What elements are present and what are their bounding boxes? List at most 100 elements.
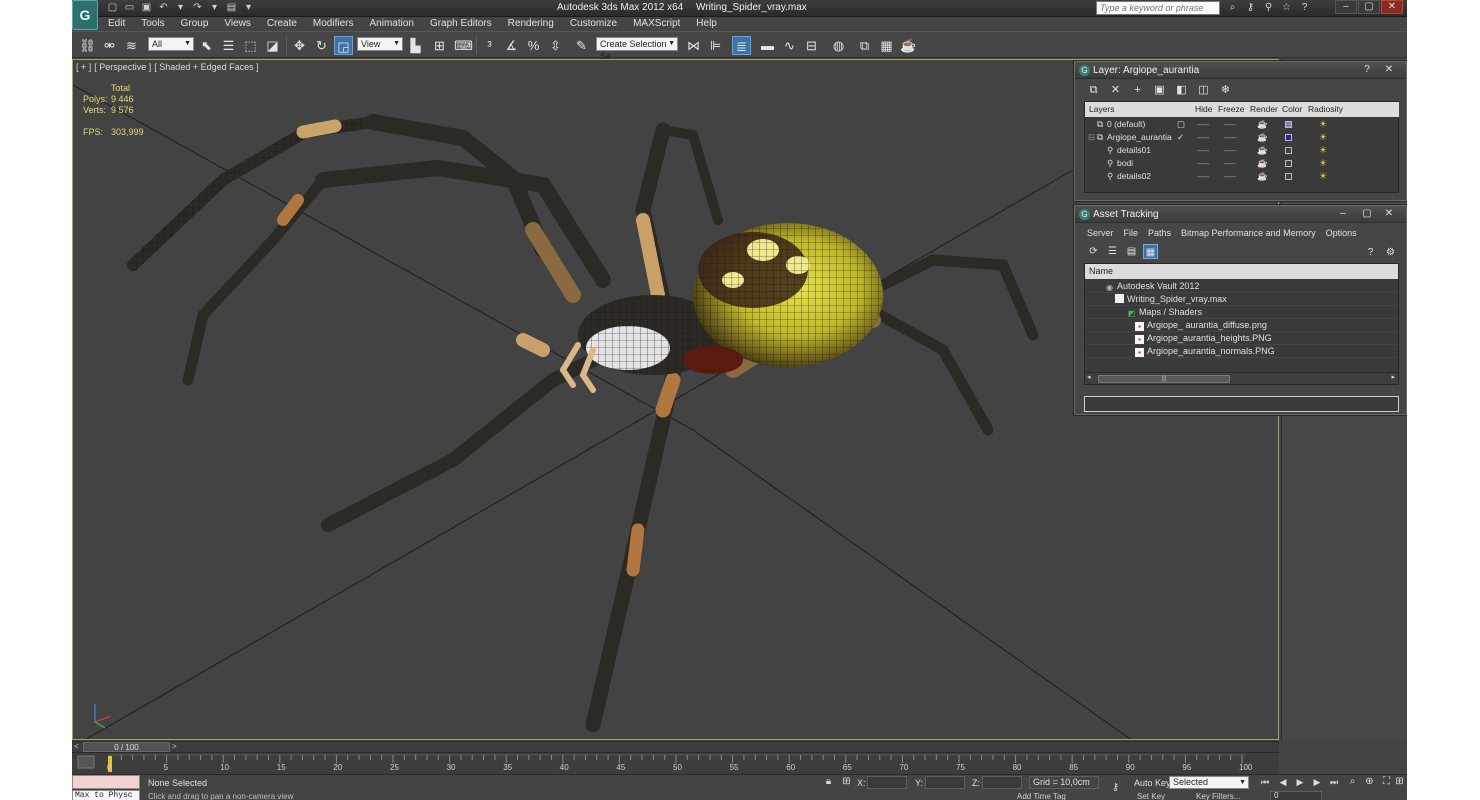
hide-toggle[interactable]: ––– <box>1197 118 1209 131</box>
teapot-icon[interactable]: ☕ <box>1257 144 1268 157</box>
asset-menu-options[interactable]: Options <box>1322 227 1363 239</box>
menu-create[interactable]: Create <box>259 17 305 31</box>
maxscript-listener-output[interactable] <box>72 775 140 789</box>
previous-frame-icon[interactable]: ◀ <box>1275 776 1291 788</box>
key-icon[interactable]: ⚷ <box>1109 782 1122 794</box>
x-coordinate-field[interactable] <box>867 776 907 789</box>
layer-row[interactable]: ⧉ 0 (default) ▢ ––– ––– ☕ ☀ <box>1085 118 1343 131</box>
help-icon[interactable]: ? <box>1363 245 1378 260</box>
asset-dialog-titlebar[interactable]: G Asset Tracking – ▢ ✕ <box>1075 206 1406 223</box>
reference-coordinate-dropdown[interactable]: View ▼ <box>357 37 403 51</box>
hide-toggle[interactable]: ––– <box>1197 157 1209 170</box>
menu-tools[interactable]: Tools <box>133 17 172 31</box>
quick-access-dropdown-icon[interactable]: ▾ <box>242 2 255 14</box>
zoom-icon[interactable]: ⌕ <box>1345 776 1360 788</box>
thumbnail-view-icon[interactable]: ▤ <box>1124 244 1139 259</box>
create-layer-icon[interactable]: ⧉ <box>1085 83 1102 98</box>
asset-tree-item[interactable]: ▪ Argiope_ aurantia_diffuse.png <box>1085 319 1398 332</box>
mirror-icon[interactable]: ⋈ <box>684 36 703 55</box>
hide-toggle[interactable]: ––– <box>1197 170 1209 183</box>
close-icon[interactable]: ✕ <box>1380 64 1398 76</box>
asset-tree-item[interactable]: ▪ Argiope_aurantia_normals.PNG <box>1085 345 1398 358</box>
menu-group[interactable]: Group <box>173 17 217 31</box>
graphite-ribbon-icon[interactable]: ▬ <box>758 36 777 55</box>
undo-icon[interactable]: ↶ <box>157 2 170 14</box>
previous-frame-icon[interactable]: < <box>74 742 79 752</box>
asset-path-field[interactable] <box>1084 396 1399 412</box>
select-by-name-icon[interactable]: ☰ <box>219 36 238 55</box>
close-icon[interactable]: ✕ <box>1380 208 1398 220</box>
selection-filter-dropdown[interactable]: All ▼ <box>148 37 194 51</box>
lock-icon[interactable]: 🔒︎ <box>822 776 835 788</box>
freeze-toggle[interactable]: ––– <box>1224 170 1236 183</box>
material-editor-icon[interactable]: ◍ <box>829 36 848 55</box>
absolute-mode-icon[interactable]: ⊞ <box>840 776 853 788</box>
select-object-icon[interactable]: ⬉ <box>197 36 216 55</box>
radiosity-icon[interactable]: ☀ <box>1319 118 1327 131</box>
render-production-icon[interactable]: ☕ <box>899 36 918 55</box>
asset-tree-item[interactable]: ▪ Argiope_aurantia_heights.PNG <box>1085 332 1398 345</box>
play-icon[interactable]: ▶ <box>1292 776 1308 788</box>
percent-snap-icon[interactable]: % <box>524 36 543 55</box>
unlink-icon[interactable]: ⚮ <box>100 36 119 55</box>
radiosity-icon[interactable]: ☀ <box>1319 170 1327 183</box>
freeze-toggle[interactable]: ––– <box>1224 157 1236 170</box>
z-coordinate-field[interactable] <box>982 776 1022 789</box>
undo-dropdown-icon[interactable]: ▾ <box>174 2 187 14</box>
hide-toggle[interactable]: ––– <box>1197 144 1209 157</box>
layer-manager-icon[interactable]: ≣ <box>732 36 751 55</box>
next-frame-icon[interactable]: ▶ <box>1309 776 1325 788</box>
menu-edit[interactable]: Edit <box>100 17 133 31</box>
app-logo-icon[interactable]: G <box>72 0 98 30</box>
favorites-star-icon[interactable]: ☆ <box>1280 2 1293 14</box>
snaps-toggle-icon[interactable]: ³ <box>480 36 499 55</box>
window-crossing-icon[interactable]: ◪ <box>263 36 282 55</box>
keyboard-shortcut-override-icon[interactable]: ⌨ <box>454 36 473 55</box>
redo-icon[interactable]: ↷ <box>191 2 204 14</box>
object-color-swatch[interactable] <box>1285 173 1292 180</box>
schematic-view-icon[interactable]: ⊟ <box>802 36 821 55</box>
col-freeze[interactable]: Freeze <box>1218 102 1244 117</box>
menu-customize[interactable]: Customize <box>562 17 625 31</box>
asset-horizontal-scrollbar[interactable]: ◂ ||| ▸ <box>1085 372 1398 384</box>
layer-row[interactable]: ⚲ details01 ––– ––– ☕ ☀ <box>1085 144 1343 157</box>
align-icon[interactable]: ⊫ <box>706 36 725 55</box>
asset-menu-bitmap-performance[interactable]: Bitmap Performance and Memory <box>1177 227 1322 239</box>
time-slider[interactable]: < 0 / 100 > <box>72 741 1279 752</box>
col-color[interactable]: Color <box>1282 102 1302 117</box>
asset-tree-header[interactable]: Name <box>1085 264 1398 279</box>
key-filters-button[interactable]: Key Filters... <box>1196 792 1240 800</box>
maxscript-mini-listener[interactable]: Max to Physc <box>72 790 140 800</box>
menu-maxscript[interactable]: MAXScript <box>625 17 688 31</box>
menu-graph-editors[interactable]: Graph Editors <box>422 17 500 31</box>
rendered-frame-window-icon[interactable]: ▦ <box>877 36 896 55</box>
teapot-icon[interactable]: ☕ <box>1257 118 1268 131</box>
pivot-center-icon[interactable]: ▙ <box>406 36 425 55</box>
teapot-icon[interactable]: ☕ <box>1257 131 1268 144</box>
hide-toggle[interactable]: ––– <box>1197 131 1209 144</box>
hide-unhide-all-icon[interactable]: ◫ <box>1195 83 1212 98</box>
object-color-swatch[interactable] <box>1285 160 1292 167</box>
col-render[interactable]: Render <box>1250 102 1278 117</box>
add-time-tag[interactable]: Add Time Tag <box>1017 792 1066 800</box>
asset-menu-file[interactable]: File <box>1120 227 1145 239</box>
layer-dialog-titlebar[interactable]: G Layer: Argiope_aurantia ? ✕ <box>1075 62 1406 79</box>
zoom-all-icon[interactable]: ⊕ <box>1362 776 1377 788</box>
key-mode-dropdown[interactable]: Selected ▼ <box>1169 776 1249 789</box>
freeze-unfreeze-all-icon[interactable]: ❄ <box>1217 83 1234 98</box>
delete-layer-icon[interactable]: ✕ <box>1107 83 1124 98</box>
radiosity-icon[interactable]: ☀ <box>1319 157 1327 170</box>
list-view-icon[interactable]: ☰ <box>1105 244 1120 259</box>
asset-tree-item[interactable]: Writing_Spider_vray.max <box>1085 293 1398 306</box>
select-and-manipulate-icon[interactable]: ⊞ <box>430 36 449 55</box>
freeze-toggle[interactable]: ––– <box>1224 131 1236 144</box>
y-coordinate-field[interactable] <box>925 776 965 789</box>
select-objects-icon[interactable]: ▣ <box>1151 83 1168 98</box>
layer-color-swatch[interactable] <box>1285 134 1292 141</box>
edit-named-selection-icon[interactable]: ✎ <box>572 36 591 55</box>
asset-menu-paths[interactable]: Paths <box>1144 227 1177 239</box>
layer-row[interactable]: ⚲ details02 ––– ––– ☕ ☀ <box>1085 170 1343 183</box>
current-layer-checkmark-icon[interactable]: ✓ <box>1177 131 1184 144</box>
select-and-move-icon[interactable]: ✥ <box>290 36 309 55</box>
menu-help[interactable]: Help <box>688 17 725 31</box>
